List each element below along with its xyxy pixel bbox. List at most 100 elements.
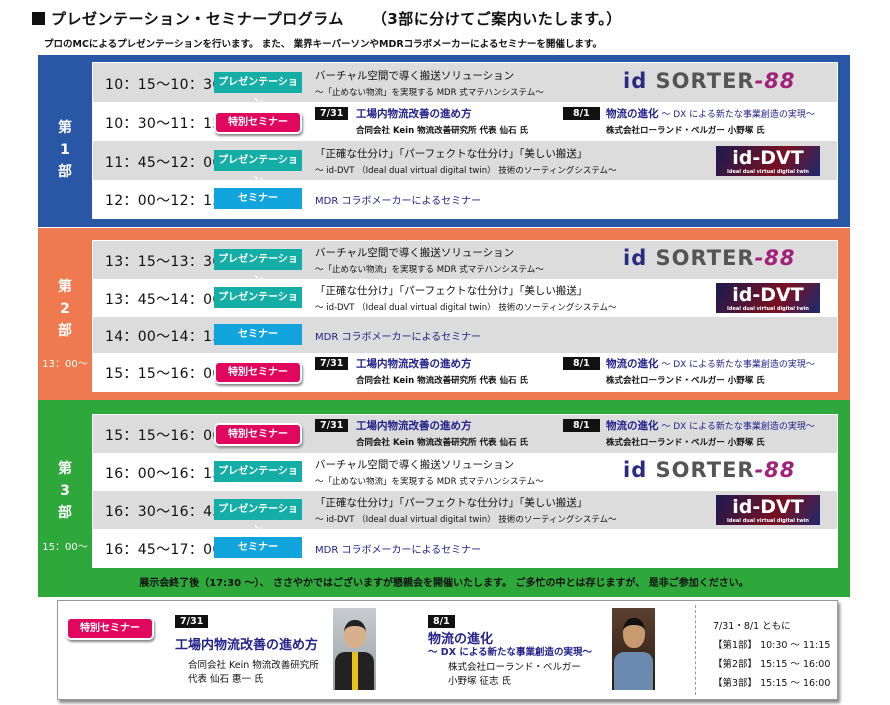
- presentation-badge: プレゼンテーション: [214, 499, 302, 536]
- schedule-rows: 15：15～16：00 特別セミナー 7/31 工場内物流改善の進め方 合同会社 Kei…: [92, 414, 838, 568]
- part-label-char: 部: [58, 164, 72, 180]
- part-2-section: 第2部13：00～13：15～13：30プレゼンテーションバーチャル空間で導く搬…: [38, 228, 850, 400]
- time-slot: 11：45～12：00: [105, 154, 222, 171]
- schedule-row: 16：45～17：00 セミナー MDR コラボメーカーによるセミナー: [93, 529, 837, 567]
- schedule-row: 15：15～16：00 特別セミナー 7/31 工場内物流改善の進め方 合同会社 Kei…: [93, 415, 837, 453]
- special-badge: 特別セミナー: [214, 110, 302, 134]
- logo-88: -88: [754, 458, 796, 482]
- seminar1-date: 7/31: [315, 106, 349, 120]
- time-slot: 13：15～13：30: [105, 254, 222, 270]
- seminar-title: MDR コラボメーカーによるセミナー: [315, 196, 482, 207]
- part-start-time: 15：00～: [42, 542, 88, 553]
- logo-dvt-sub: Ideal dual virtual digital twin: [727, 306, 809, 312]
- part-label-char: 部: [58, 323, 72, 339]
- seminar2-subtitle: ～ DX による新たな事業創造の実現～: [658, 109, 815, 120]
- logo-id: id: [623, 458, 656, 482]
- presentation-subtitle: ～「止めない物流」を実現する MDR 式マテハンシステム～: [315, 265, 544, 275]
- schedule-item: 【第1部】 10:30 ～ 11:15: [713, 640, 831, 651]
- schedule-rows: 13：15～13：30プレゼンテーションバーチャル空間で導く搬送ソリューション～…: [92, 240, 838, 392]
- schedule-row: 11：45～12：00プレゼンテーション「正確な仕分け」「パーフェクトな仕分け」…: [93, 141, 837, 187]
- time-slot: 13：45～14：00: [105, 292, 222, 308]
- presentation-subtitle: ～「止めない物流」を実現する MDR 式マテハンシステム～: [315, 477, 544, 487]
- seminar1-date: 7/31: [175, 615, 209, 628]
- schedule-row: 16：00～16：15プレゼンテーション バーチャル空間で導く搬送ソリューション ～…: [93, 453, 837, 498]
- seminar2-title: 物流の進化 ～ DX による新たな事業創造の実現～: [606, 358, 815, 370]
- seminar2-title: 物流の進化 ～ DX による新たな事業創造の実現～: [606, 107, 815, 120]
- divider: [695, 605, 696, 695]
- id-dvt-logo: id-DVT Ideal dual virtual digital twin: [716, 145, 820, 176]
- schedule-row: 14：00～14：15 セミナー MDR コラボメーカーによるセミナー: [93, 317, 837, 353]
- seminar2-title: 物流の進化 ～ DX による新たな事業創造の実現～: [606, 420, 815, 432]
- seminar1-title: 工場内物流改善の進め方: [356, 358, 472, 370]
- speaker2-photo: [612, 608, 655, 690]
- time-slot: 15：15～16：00: [105, 366, 222, 382]
- seminar2-speaker: 株式会社ローランド・ベルガー 小野塚 氏: [606, 125, 765, 136]
- seminar1-speaker: 合同会社 Kein 物流改善研究所 代表 仙石 氏: [356, 125, 528, 136]
- seminar1-date: 7/31: [315, 357, 349, 370]
- part-3-section: 第 3 部 15：00～ 15：15～16：00 特別セミナー 7/31 工場内物流改善の進め…: [38, 400, 850, 597]
- presentation-subtitle: ～ id-DVT （Ideal dual virtual digital twi…: [315, 303, 617, 313]
- square-bullet-icon: [32, 12, 45, 25]
- seminar2-subtitle: ～ DX による新たな事業創造の実現～: [658, 422, 815, 432]
- schedule-row: 16：30～16：45プレゼンテーション 「正確な仕分け」「パーフェクトな仕分け」…: [93, 491, 837, 536]
- schedule-row: 12：00～12：15 セミナー MDR コラボメーカーによるセミナー: [93, 180, 837, 218]
- logo-id: id: [623, 246, 656, 270]
- schedule-row: 13：45～14：00プレゼンテーション 「正確な仕分け」「パーフェクトな仕分け」…: [93, 279, 837, 324]
- part-label-char: 3: [60, 483, 70, 499]
- schedule-head: 7/31・8/1 ともに: [713, 621, 791, 632]
- seminar1-speaker: 合同会社 Kein 物流改善研究所 代表 仙石 氏: [356, 376, 528, 386]
- part-label-char: 1: [60, 142, 70, 158]
- seminar1-speaker: 代表 仙石 惠一 氏: [188, 674, 264, 685]
- part-label-char: 部: [58, 505, 72, 521]
- time-slot: 10：30～11：15: [105, 115, 222, 132]
- seminar2-org: 株式会社ローランド・ベルガー: [448, 662, 581, 673]
- seminar1-speaker: 合同会社 Kein 物流改善研究所 代表 仙石 氏: [356, 438, 528, 448]
- seminar2-date: 8/1: [563, 357, 600, 370]
- id-dvt-logo: id-DVT Ideal dual virtual digital twin: [716, 283, 820, 313]
- seminar1-title: 工場内物流改善の進め方: [175, 638, 319, 653]
- presentation-subtitle: ～「止めない物流」を実現する MDR 式マテハンシステム～: [315, 87, 544, 98]
- schedule-rows: 10：15～10：30プレゼンテーションバーチャル空間で導く搬送ソリューション～…: [92, 62, 838, 219]
- part-1-section: 第1部10：00～10：15～10：30プレゼンテーションバーチャル空間で導く搬…: [38, 55, 850, 253]
- logo-sorter: SORTER: [655, 68, 755, 93]
- logo-sorter: SORTER: [655, 458, 755, 482]
- special-seminar-box: 特別セミナー 7/31 工場内物流改善の進め方 合同会社 Kein 物流改善研究…: [57, 600, 838, 700]
- logo-88: -88: [754, 246, 796, 270]
- id-sorter-logo: id SORTER-88: [623, 458, 796, 482]
- presentation-subtitle: ～ id-DVT （Ideal dual virtual digital twi…: [315, 165, 617, 176]
- presentation-badge: プレゼンテーション: [214, 287, 302, 324]
- time-slot: 14：00～14：15: [105, 329, 222, 345]
- seminar2-date: 8/1: [428, 615, 455, 628]
- id-dvt-logo: id-DVT Ideal dual virtual digital twin: [716, 495, 820, 525]
- presentation-badge: プレゼンテーション: [214, 71, 302, 109]
- schedule-row: 15：15～16：00 特別セミナー 7/31 工場内物流改善の進め方合同会社 Kei…: [93, 353, 837, 391]
- part-label: 第 2 部: [38, 276, 92, 342]
- presentation-badge: プレゼンテーション: [214, 149, 302, 187]
- seminar-badge: セミナー: [214, 537, 302, 558]
- part-label: 第 1 部: [38, 117, 92, 183]
- seminar2-speaker: 株式会社ローランド・ベルガー 小野塚 氏: [606, 376, 765, 386]
- logo-sorter: SORTER: [655, 246, 755, 270]
- schedule-item: 【第2部】 15:15 ～ 16:00: [713, 659, 831, 670]
- seminar1-date: 7/31: [315, 419, 349, 432]
- schedule: 7/31・8/1 ともに 【第1部】 10:30 ～ 11:15 【第2部】 1…: [713, 617, 830, 693]
- seminar2-speaker: 小野塚 征志 氏: [448, 676, 512, 687]
- logo-dvt-sub: Ideal dual virtual digital twin: [727, 168, 809, 175]
- seminar2-subtitle: ～ DX による新たな事業創造の実現～: [658, 360, 815, 370]
- seminar-title: MDR コラボメーカーによるセミナー: [315, 332, 482, 343]
- page-title: プレゼンテーション・セミナープログラム （3部に分けてご案内いたします。）: [32, 8, 622, 29]
- speaker1-photo: [333, 608, 376, 690]
- reception-note: 展示会終了後（17:30 ～）、 ささやかではございますが懇親会を開催いたします…: [139, 578, 749, 589]
- presentation-subtitle: ～ id-DVT （Ideal dual virtual digital twi…: [315, 515, 617, 525]
- time-slot: 16：30～16：45: [105, 504, 222, 520]
- seminar1-org: 合同会社 Kein 物流改善研究所: [188, 660, 319, 671]
- id-sorter-logo: id SORTER-88: [623, 246, 796, 270]
- title-text: プレゼンテーション・セミナープログラム: [51, 10, 344, 28]
- lead-text: プロのMCによるプレゼンテーションを行います。 また、 業界キーパーソンやMDR…: [44, 39, 602, 50]
- presentation-title: バーチャル空間で導く搬送ソリューション: [315, 69, 515, 82]
- logo-dvt-sub: Ideal dual virtual digital twin: [727, 518, 809, 524]
- presentation-title: バーチャル空間で導く搬送ソリューション: [315, 459, 515, 471]
- special-badge: 特別セミナー: [214, 361, 302, 384]
- part-label-char: 第: [58, 279, 72, 295]
- title-subtitle: （3部に分けてご案内いたします。）: [371, 10, 622, 28]
